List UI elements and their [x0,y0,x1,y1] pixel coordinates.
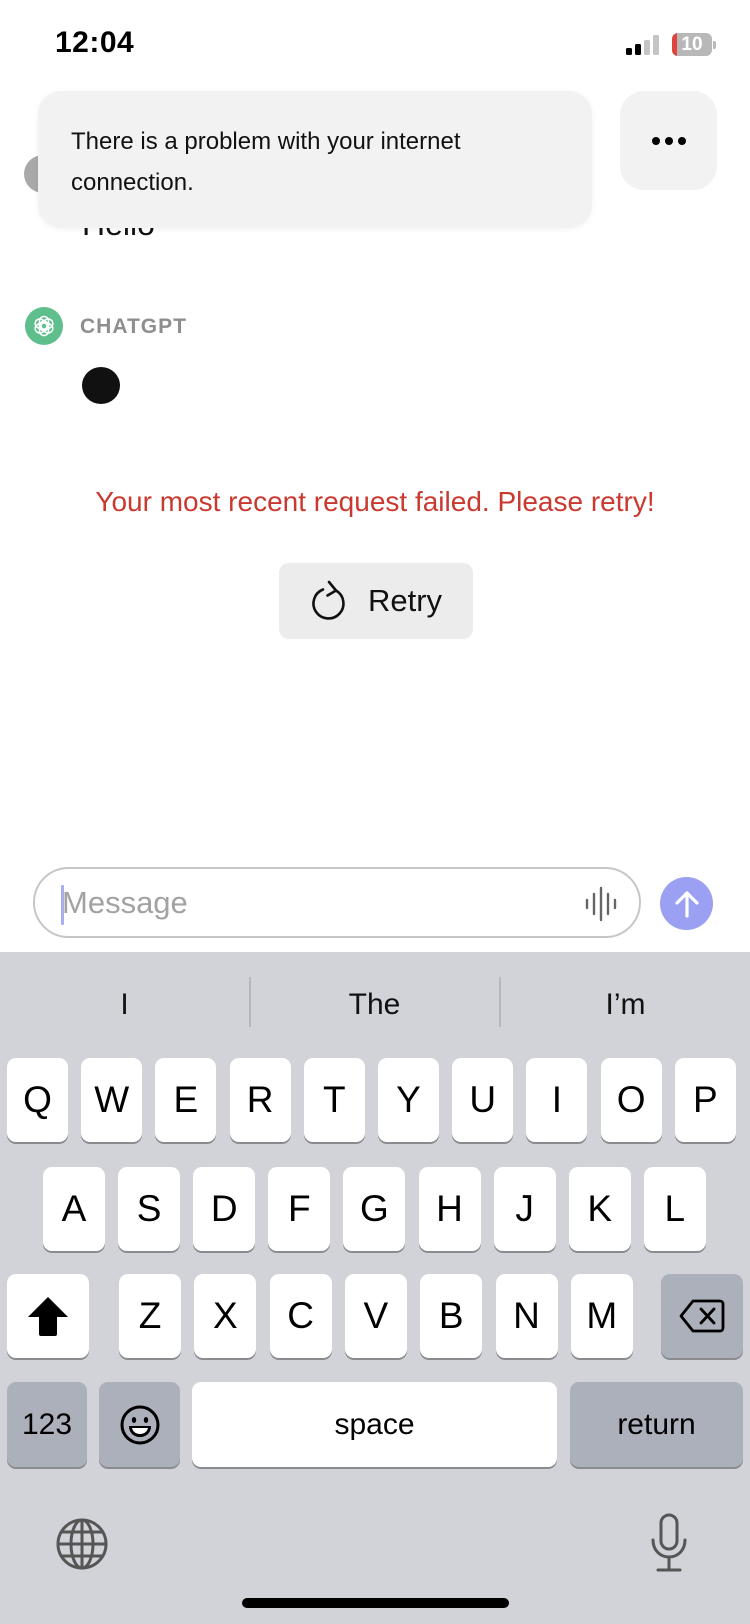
key-r[interactable]: R [229,1058,291,1142]
more-horizontal-icon [651,136,660,145]
emoji-key[interactable] [99,1382,180,1467]
more-horizontal-icon-dot [677,136,686,145]
key-f[interactable]: F [268,1167,331,1251]
toast-message: There is a problem with your internet co… [71,128,461,196]
backspace-key[interactable] [661,1274,743,1358]
key-z[interactable]: Z [119,1274,181,1358]
key-p[interactable]: P [674,1058,736,1142]
suggestion-2[interactable]: The [250,980,499,1030]
battery-percent: 10 [681,34,703,55]
space-key[interactable]: space [192,1382,557,1467]
retry-label: Retry [367,583,443,618]
waveform-icon[interactable] [584,886,618,922]
key-k[interactable]: K [568,1167,631,1251]
text-caret [61,885,64,925]
globe-icon[interactable] [55,1517,109,1571]
key-x[interactable]: X [194,1274,257,1358]
shift-key[interactable] [7,1274,89,1358]
key-h[interactable]: H [418,1167,481,1251]
key-s[interactable]: S [118,1167,181,1251]
more-horizontal-icon-dot [664,136,673,145]
return-key[interactable]: return [570,1382,743,1467]
key-m[interactable]: M [570,1274,633,1358]
key-o[interactable]: O [600,1058,662,1142]
backspace-icon [679,1299,725,1333]
suggestion-3[interactable]: I’m [501,980,750,1030]
message-input-container[interactable] [33,867,641,938]
assistant-avatar [25,307,63,345]
keyboard: I The I’m 123 space return Q W E R T Y U… [0,952,750,1624]
battery-tip [713,41,716,49]
key-u[interactable]: U [452,1058,514,1142]
suggestion-1[interactable]: I [0,980,249,1030]
assistant-name: CHATGPT [80,315,187,338]
key-a[interactable]: A [43,1167,105,1251]
arrow-up-icon [674,890,699,918]
more-options-button[interactable] [620,91,717,190]
openai-logo-icon [34,315,54,337]
home-indicator [242,1598,509,1608]
emoji-icon [120,1405,159,1444]
key-y[interactable]: Y [378,1058,439,1142]
key-v[interactable]: V [344,1274,407,1358]
retry-button[interactable]: Retry [279,563,473,639]
key-q[interactable]: Q [7,1058,68,1142]
battery-icon: 10 [672,33,712,56]
microphone-icon[interactable] [649,1512,689,1574]
key-g[interactable]: G [343,1167,406,1251]
key-n[interactable]: N [495,1274,558,1358]
request-failed-message: Your most recent request failed. Please … [95,486,655,517]
key-d[interactable]: D [193,1167,256,1251]
key-t[interactable]: T [303,1058,365,1142]
status-time: 12:04 [55,26,135,59]
key-c[interactable]: C [269,1274,332,1358]
key-w[interactable]: W [81,1058,143,1142]
shift-icon [28,1297,68,1336]
key-e[interactable]: E [155,1058,217,1142]
numbers-key[interactable]: 123 [7,1382,87,1467]
cellular-signal-icon [626,35,660,55]
refresh-icon [312,580,345,620]
connection-error-toast[interactable]: There is a problem with your internet co… [38,91,592,228]
key-i[interactable]: I [526,1058,588,1142]
key-b[interactable]: B [420,1274,483,1358]
send-button[interactable] [660,877,713,930]
typing-indicator [82,367,120,404]
key-j[interactable]: J [493,1167,556,1251]
key-l[interactable]: L [643,1167,706,1251]
message-input[interactable] [62,879,542,927]
